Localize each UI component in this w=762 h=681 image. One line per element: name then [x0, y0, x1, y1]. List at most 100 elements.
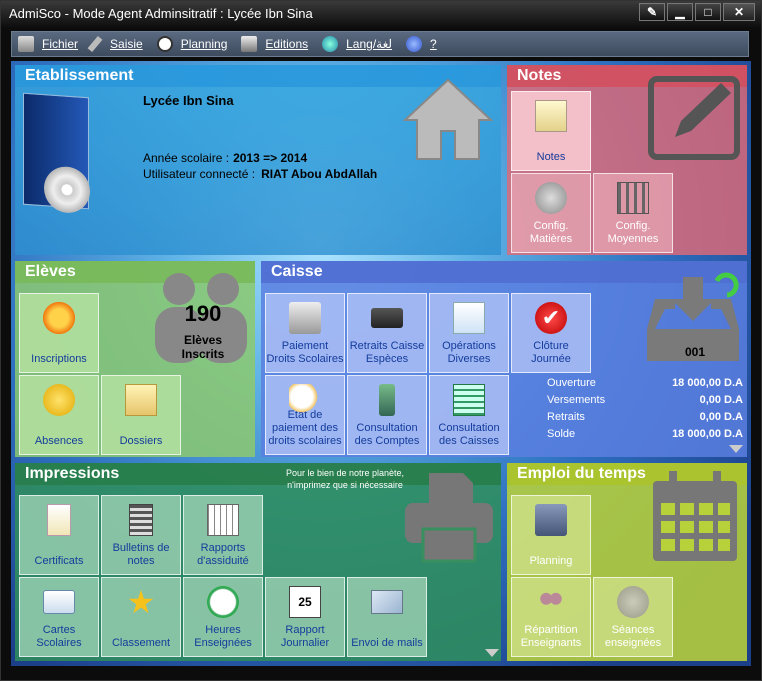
operations-diverses-tile[interactable]: Opérations Diverses	[429, 293, 509, 373]
pen-icon	[87, 35, 103, 53]
book-icon	[18, 36, 34, 52]
dossiers-tile[interactable]: Dossiers	[101, 375, 181, 455]
help-icon	[406, 36, 423, 52]
summary-value: 18 000,00 D.A	[672, 377, 743, 389]
envoi-mails-tile[interactable]: Envoi de mails	[347, 577, 427, 657]
tile-label: Classement	[111, 637, 171, 649]
classement-tile[interactable]: ★ Classement	[101, 577, 181, 657]
tile-label: Opérations Diverses	[442, 340, 496, 365]
calendar-icon[interactable]	[647, 469, 743, 565]
dashboard: Etablissement Lycée Ibn Sina Année scola…	[11, 61, 751, 666]
window-title: AdmiSco - Mode Agent Adminsitratif : Lyc…	[9, 6, 313, 21]
cloture-journee-tile[interactable]: ✔ Clôture Journée	[511, 293, 591, 373]
tile-label: Dossiers	[119, 435, 163, 447]
notes-tile[interactable]: Notes	[511, 91, 591, 171]
absences-tile[interactable]: Absences	[19, 375, 99, 455]
notebook-pencil-icon	[535, 100, 567, 132]
inscriptions-tile[interactable]: Inscriptions	[19, 293, 99, 373]
school-year-row: Année scolaire : 2013 => 2014	[143, 151, 307, 165]
tile-label: Cartes Scolaires	[36, 624, 82, 649]
menu-editions[interactable]: Editions	[241, 36, 308, 52]
tile-label: Certificats	[34, 555, 84, 567]
magnifier-doc-icon	[289, 384, 321, 416]
printer-icon	[241, 36, 258, 52]
tile-label: Répartition Enseignants	[520, 624, 582, 649]
gear-icon	[535, 182, 567, 214]
student-count-label: Elèves Inscrits	[181, 333, 225, 361]
report-card-icon	[129, 504, 153, 536]
menu-bar: Fichier Saisie Planning Editions Lang/لغ…	[11, 31, 749, 57]
phone-icon	[379, 384, 395, 416]
scroll-down-icon[interactable]	[729, 445, 743, 453]
tile-label: Absences	[34, 435, 84, 447]
minimize-button[interactable]: ▁	[667, 3, 693, 21]
school-year-label: Année scolaire :	[143, 151, 230, 165]
house-icon[interactable]	[403, 75, 493, 161]
sleeping-face-icon	[43, 384, 75, 416]
consultation-caisses-tile[interactable]: Consultation des Caisses	[429, 375, 509, 455]
tile-label: Rapports d'assiduité	[197, 542, 249, 567]
theme-brush-icon[interactable]: ✎	[639, 3, 665, 21]
planner-icon	[535, 504, 567, 536]
cartes-scolaires-tile[interactable]: Cartes Scolaires	[19, 577, 99, 657]
calculator-icon	[371, 308, 403, 328]
tile-label: Rapport Journalier	[280, 624, 330, 649]
calendar-day-icon: 25	[289, 586, 321, 618]
menu-saisie[interactable]: Saisie	[87, 35, 143, 53]
consultation-comptes-tile[interactable]: Consultation des Comptes	[347, 375, 427, 455]
ledger-icon	[453, 384, 485, 416]
summary-label: Ouverture	[547, 377, 596, 389]
email-icon	[371, 590, 403, 614]
config-matieres-tile[interactable]: Config. Matières	[511, 173, 591, 253]
cd-icon	[44, 165, 90, 215]
tile-label: Paiement Droits Scolaires	[266, 340, 344, 365]
rapports-assiduite-tile[interactable]: Rapports d'assiduité	[183, 495, 263, 575]
notes-panel: Notes Notes Config. Matières Config. Moy…	[507, 65, 747, 255]
caisse-number: 001	[684, 345, 706, 359]
paiement-droits-tile[interactable]: Paiement Droits Scolaires	[265, 293, 345, 373]
title-bar: AdmiSco - Mode Agent Adminsitratif : Lyc…	[1, 1, 761, 27]
menu-fichier[interactable]: Fichier	[18, 36, 78, 52]
tile-label: Inscriptions	[31, 353, 87, 365]
printer-icon[interactable]	[401, 469, 497, 565]
summary-label: Retraits	[547, 411, 585, 423]
eco-note: Pour le bien de notre planète, n'imprime…	[285, 468, 405, 490]
emploi-panel: Emploi du temps Planning Répartition Ens…	[507, 463, 747, 661]
user-value: RIAT Abou AbdAllah	[261, 167, 378, 181]
edit-note-icon[interactable]	[645, 73, 743, 161]
tile-label: Config. Matières	[529, 220, 573, 245]
tile-label: Consultation des Caisses	[438, 422, 500, 447]
id-card-icon	[43, 590, 75, 614]
menu-lang[interactable]: Lang/لغة	[322, 36, 392, 52]
menu-help[interactable]: ?	[406, 36, 437, 52]
repartition-enseignants-tile[interactable]: Répartition Enseignants	[511, 577, 591, 657]
planning-tile[interactable]: Planning	[511, 495, 591, 575]
app-window: AdmiSco - Mode Agent Adminsitratif : Lyc…	[0, 0, 762, 681]
retraits-caisse-tile[interactable]: Retraits Caisse Espèces	[347, 293, 427, 373]
maximize-button[interactable]: □	[695, 3, 721, 21]
etat-paiement-tile[interactable]: Etat de paiement des droits scolaires	[265, 375, 345, 455]
school-name: Lycée Ibn Sina	[143, 93, 234, 108]
tile-label: Envoi de mails	[351, 637, 423, 649]
rapport-journalier-tile[interactable]: 25 Rapport Journalier	[265, 577, 345, 657]
certificats-tile[interactable]: Certificats	[19, 495, 99, 575]
menu-planning[interactable]: Planning	[156, 36, 227, 52]
clock-icon	[207, 586, 239, 618]
seances-enseignees-tile[interactable]: Séances enseignées	[593, 577, 673, 657]
summary-value: 18 000,00 D.A	[672, 428, 743, 440]
impressions-panel: Impressions Pour le bien de notre planèt…	[15, 463, 501, 661]
heures-enseignees-tile[interactable]: Heures Enseignées	[183, 577, 263, 657]
bulletins-tile[interactable]: Bulletins de notes	[101, 495, 181, 575]
close-button[interactable]: ✕	[723, 3, 755, 21]
sun-icon	[43, 302, 75, 334]
config-moyennes-tile[interactable]: Config. Moyennes	[593, 173, 673, 253]
cash-register-icon	[289, 302, 321, 334]
user-row: Utilisateur connecté : RIAT Abou AbdAlla…	[143, 167, 377, 181]
product-box-image	[23, 92, 90, 215]
teachers-icon	[535, 586, 567, 618]
summary-label: Versements	[547, 394, 606, 406]
tile-label: Planning	[529, 555, 573, 567]
summary-solde: Solde 18 000,00 D.A	[547, 428, 743, 440]
scroll-down-icon[interactable]	[485, 649, 499, 657]
star-icon: ★	[126, 584, 156, 620]
